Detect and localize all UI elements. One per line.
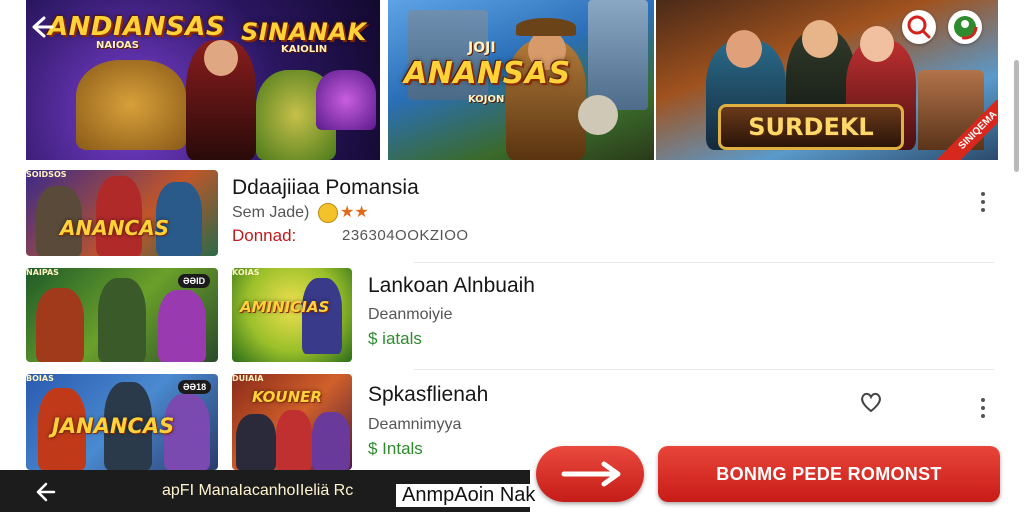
arrow-right-icon <box>561 461 621 487</box>
list-item[interactable]: ƏƏID NAIPAS AMINICIAS KOIAS Lankoan Alnb… <box>26 268 1016 368</box>
banner-2-logo: SINANAK <box>241 18 367 46</box>
search-icon <box>907 15 931 39</box>
thumb-figure-l <box>276 410 312 470</box>
rating-stars: ★★ <box>340 204 369 221</box>
item-1-title: Ddaajiiaa Pomansia <box>232 176 419 199</box>
thumb-2a: ƏƏID NAIPAS <box>26 268 218 362</box>
banner-3[interactable]: SURDEKL SINIQEMA <box>656 0 998 160</box>
heroine-head <box>860 26 894 62</box>
hero-head <box>204 40 238 76</box>
back-icon[interactable] <box>28 14 54 40</box>
item-2-title: Lankoan Alnbuaih <box>368 274 535 297</box>
thumb-2b: AMINICIAS KOIAS <box>232 268 352 362</box>
more-icon[interactable] <box>980 192 986 216</box>
banner-3-logo: ANANSAS <box>404 56 571 91</box>
banner-3-top: JOJI <box>468 40 496 56</box>
ribbon-badge: SINIQEMA <box>938 100 998 160</box>
item-3-subtitle: Deamnimyya <box>368 416 462 433</box>
avatar-button[interactable] <box>948 10 982 44</box>
divider <box>414 369 994 370</box>
thumb-badge: ƏƏID <box>178 274 211 288</box>
item-3-price: $ Intals <box>368 439 423 458</box>
banner-1-logo: ANDIANSAS <box>48 12 226 42</box>
smile-icon <box>318 203 338 223</box>
thumb-figure-g <box>302 278 342 354</box>
banner-1-sub: NAIOAS <box>96 40 140 51</box>
thumb-1-logo: ANANCAS <box>60 216 169 240</box>
thumb-3a-logo: JANANCAS <box>52 414 175 438</box>
explorer-hat <box>516 18 576 36</box>
ninja-head <box>802 20 838 58</box>
thumb-figure-m <box>312 412 350 470</box>
thumb-3b-logo: KOUNER <box>252 388 322 406</box>
thumb-3b: KOUNER DUIAIA <box>232 374 352 470</box>
scrollbar[interactable] <box>1014 60 1019 172</box>
item-3-title: Spkasflienah <box>368 383 489 406</box>
thumb-badge: ƏƏ18 <box>178 380 212 394</box>
item-1-tag: Donnad: <box>232 226 297 245</box>
bottom-back-icon[interactable] <box>32 480 56 504</box>
lion-figure <box>76 60 186 150</box>
thumb-figure-e <box>98 278 146 362</box>
peek-title: AnmpAoin Nak <box>396 484 536 507</box>
next-button[interactable] <box>536 446 644 502</box>
avatar-icon <box>952 14 978 40</box>
heart-icon[interactable] <box>858 390 884 414</box>
banner-3-button[interactable]: SURDEKL <box>718 104 904 150</box>
thumb-3a: ƏƏ18 JANANCAS BOIAS <box>26 374 218 470</box>
city-skyline-2 <box>588 0 648 110</box>
dragon-figure <box>316 70 376 130</box>
thumb-2b-sub: KOIAS <box>232 268 260 277</box>
list-item[interactable]: ANANCAS SOIDSOS Ddaajiiaa Pomansia Sem J… <box>26 170 1016 262</box>
thumb-figure-d <box>36 288 84 362</box>
item-1-meta: 236304OOKZIOO <box>342 227 469 244</box>
thumb-3b-sub: DUIAIA <box>232 374 264 383</box>
thumb-1: ANANCAS SOIDSOS <box>26 170 218 256</box>
skull-prop <box>578 95 618 135</box>
search-button[interactable] <box>902 10 936 44</box>
divider <box>414 262 994 263</box>
banner-2[interactable]: JOJI ANANSAS KOJON <box>388 0 654 160</box>
item-2-price: $ iatals <box>368 329 422 348</box>
banner-3-sub: KOJON <box>468 94 505 105</box>
thumb-2b-logo: AMINICIAS <box>240 298 330 316</box>
bottom-label: apFI ManaIacanhoIIeliä Rc <box>162 482 354 499</box>
thumb-figure-f <box>158 290 206 362</box>
banner-1[interactable]: ANDIANSAS NAIOAS SINANAK KAIOLIN <box>26 0 380 160</box>
warrior-head <box>726 30 762 68</box>
item-2-subtitle: Deanmoiyie <box>368 306 453 323</box>
cta-button[interactable]: BONMG PEDE ROMONST <box>658 446 1000 502</box>
thumb-figure-k <box>236 414 276 470</box>
item-1-rating-label: Sem Jade) <box>232 204 310 221</box>
more-icon[interactable] <box>980 398 986 422</box>
banner-3-button-label: SURDEKL <box>748 113 874 141</box>
banner-2-sub: KAIOLIN <box>281 44 328 55</box>
